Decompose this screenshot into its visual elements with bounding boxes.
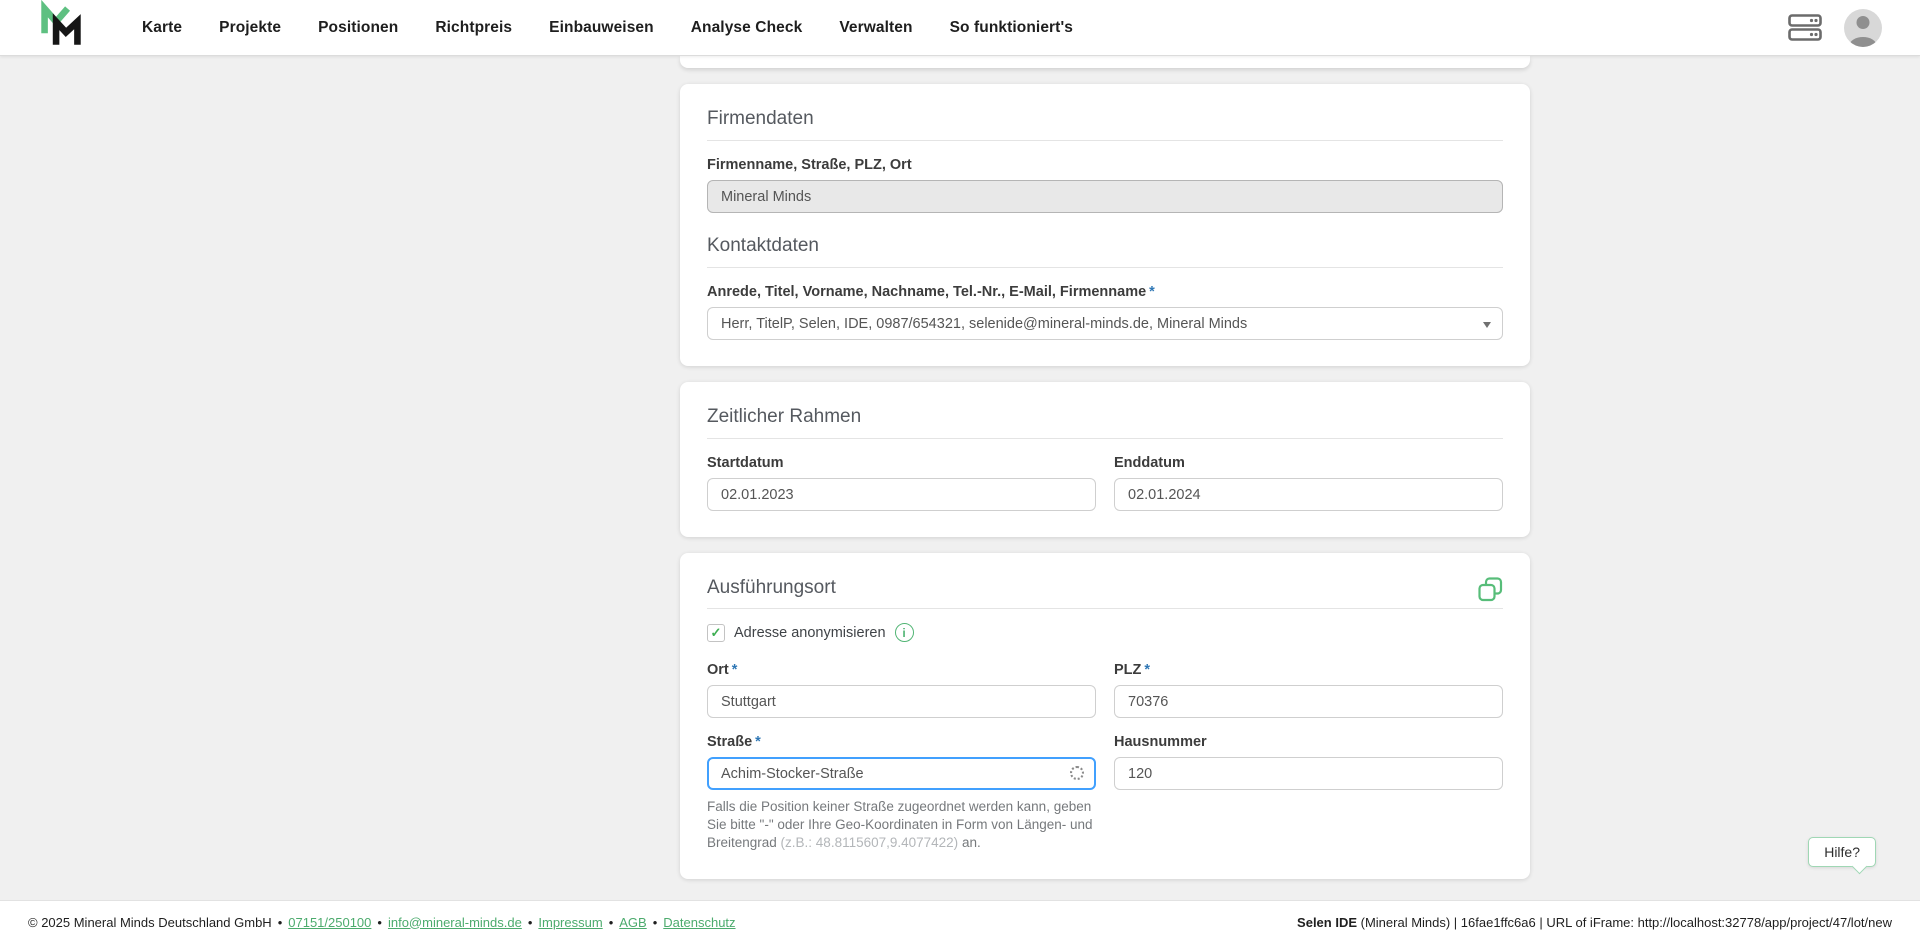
nav-item-richtpreis[interactable]: Richtpreis bbox=[435, 19, 512, 37]
server-stack-icon[interactable] bbox=[1788, 14, 1822, 41]
zeitraum-title: Zeitlicher Rahmen bbox=[707, 406, 862, 427]
divider bbox=[707, 608, 1503, 609]
company-field-label: Firmenname, Straße, PLZ, Ort bbox=[707, 157, 912, 173]
enddatum-label: Enddatum bbox=[1114, 455, 1185, 471]
startdatum-label: Startdatum bbox=[707, 455, 784, 471]
company-input bbox=[707, 180, 1503, 213]
form-column: Firmendaten Firmenname, Straße, PLZ, Ort… bbox=[680, 56, 1530, 895]
mineral-minds-logo-icon bbox=[38, 0, 84, 55]
card-ausfuehrungsort: Ausführungsort ✓ Adresse anonymisieren i… bbox=[680, 553, 1530, 879]
hausnummer-input[interactable] bbox=[1114, 757, 1503, 790]
nav-item-analyse-check[interactable]: Analyse Check bbox=[691, 19, 803, 37]
footer-link-datenschutz[interactable]: Datenschutz bbox=[663, 915, 735, 930]
nav-item-projekte[interactable]: Projekte bbox=[219, 19, 281, 37]
footer-link-agb[interactable]: AGB bbox=[619, 915, 646, 930]
footer-link-impressum[interactable]: Impressum bbox=[538, 915, 602, 930]
plz-label-text: PLZ bbox=[1114, 662, 1142, 678]
hint-coords-example: (z.B.: 48.8115607,9.4077422) bbox=[780, 835, 959, 851]
ide-name: Selen IDE bbox=[1297, 914, 1358, 930]
footer-debug-info: Selen IDE (Mineral Minds) | 16fae1ffc6a6… bbox=[1297, 915, 1892, 930]
chevron-down-icon bbox=[1483, 322, 1491, 328]
footer-left: © 2025 Mineral Minds Deutschland GmbH • … bbox=[28, 915, 736, 930]
loading-spinner-icon bbox=[1070, 766, 1084, 780]
navbar-right bbox=[1788, 8, 1882, 47]
required-marker: * bbox=[755, 734, 761, 750]
contact-field-label: Anrede, Titel, Vorname, Nachname, Tel.-N… bbox=[707, 284, 1503, 300]
copyright-text: © 2025 Mineral Minds Deutschland GmbH bbox=[28, 914, 272, 930]
separator-dot: • bbox=[608, 914, 614, 930]
ort-label: Ort * bbox=[707, 662, 1096, 678]
help-button[interactable]: Hilfe? bbox=[1808, 837, 1876, 875]
app-logo[interactable] bbox=[38, 0, 84, 55]
contact-field-label-text: Anrede, Titel, Vorname, Nachname, Tel.-N… bbox=[707, 284, 1147, 300]
anonymize-row: ✓ Adresse anonymisieren i bbox=[707, 623, 1503, 642]
strasse-label: Straße * bbox=[707, 734, 1096, 750]
strasse-label-text: Straße bbox=[707, 734, 753, 750]
required-marker: * bbox=[1144, 662, 1151, 678]
ausfuehrungsort-title: Ausführungsort bbox=[707, 577, 836, 598]
enddatum-input[interactable] bbox=[1114, 478, 1503, 511]
kontaktdaten-title: Kontaktdaten bbox=[707, 235, 819, 256]
anonymize-label[interactable]: Adresse anonymisieren bbox=[734, 625, 886, 641]
info-icon[interactable]: i bbox=[894, 623, 914, 642]
card-zeitlicher-rahmen: Zeitlicher Rahmen Startdatum Enddatum bbox=[680, 382, 1530, 537]
firmendaten-title: Firmendaten bbox=[707, 108, 814, 129]
user-avatar-icon[interactable] bbox=[1844, 8, 1882, 47]
startdatum-field: Startdatum bbox=[707, 455, 1096, 511]
divider bbox=[707, 267, 1503, 268]
hint-suffix: an. bbox=[958, 835, 981, 851]
required-marker: * bbox=[1149, 284, 1155, 300]
avatar-shoulders bbox=[1849, 36, 1877, 47]
nav-item-verwalten[interactable]: Verwalten bbox=[839, 19, 912, 37]
separator-dot: • bbox=[527, 914, 533, 930]
anonymize-checkbox[interactable]: ✓ bbox=[707, 623, 725, 642]
nav-item-positionen[interactable]: Positionen bbox=[318, 19, 398, 37]
hausnummer-field: Hausnummer bbox=[1114, 734, 1503, 853]
main-navigation: Karte Projekte Positionen Richtpreis Ein… bbox=[142, 19, 1073, 37]
separator-dot: • bbox=[652, 914, 658, 930]
ort-field: Ort * bbox=[707, 662, 1096, 718]
contact-select-value: Herr, TitelP, Selen, IDE, 0987/654321, s… bbox=[721, 315, 1248, 332]
top-navbar: Karte Projekte Positionen Richtpreis Ein… bbox=[0, 0, 1920, 56]
card-firmendaten: Firmendaten Firmenname, Straße, PLZ, Ort… bbox=[680, 84, 1530, 366]
plz-field: PLZ * bbox=[1114, 662, 1503, 718]
help-bubble-tail bbox=[1851, 858, 1868, 875]
required-marker: * bbox=[731, 662, 738, 678]
plz-input[interactable] bbox=[1114, 685, 1503, 718]
plz-label: PLZ * bbox=[1114, 662, 1503, 678]
footer: © 2025 Mineral Minds Deutschland GmbH • … bbox=[0, 900, 1920, 943]
contact-select[interactable]: Herr, TitelP, Selen, IDE, 0987/654321, s… bbox=[707, 307, 1503, 340]
hausnummer-label: Hausnummer bbox=[1114, 734, 1207, 750]
separator-dot: • bbox=[377, 914, 382, 930]
enddatum-field: Enddatum bbox=[1114, 455, 1503, 511]
avatar-head bbox=[1856, 15, 1870, 29]
ort-label-text: Ort bbox=[707, 662, 729, 678]
copy-icon[interactable] bbox=[1478, 577, 1503, 602]
strasse-field: Straße* Falls die Position keiner Straße… bbox=[707, 734, 1096, 853]
strasse-input[interactable] bbox=[707, 757, 1096, 790]
divider bbox=[707, 438, 1503, 439]
scrolled-card-partial bbox=[680, 56, 1530, 68]
footer-link-phone[interactable]: 07151/250100 bbox=[288, 915, 371, 930]
ide-details: (Mineral Minds) | 16fae1ffc6a6 | URL of … bbox=[1357, 914, 1892, 930]
ort-input[interactable] bbox=[707, 685, 1096, 718]
startdatum-input[interactable] bbox=[707, 478, 1096, 511]
strasse-hint: Falls die Position keiner Straße zugeord… bbox=[707, 798, 1096, 853]
footer-link-email[interactable]: info@mineral-minds.de bbox=[388, 915, 522, 930]
separator-dot: • bbox=[277, 914, 283, 930]
nav-item-einbauweisen[interactable]: Einbauweisen bbox=[549, 19, 654, 37]
nav-item-so-funktionierts[interactable]: So funktioniert's bbox=[950, 19, 1073, 37]
help-button-label: Hilfe? bbox=[1824, 844, 1860, 860]
divider bbox=[707, 140, 1503, 141]
nav-item-karte[interactable]: Karte bbox=[142, 19, 182, 37]
